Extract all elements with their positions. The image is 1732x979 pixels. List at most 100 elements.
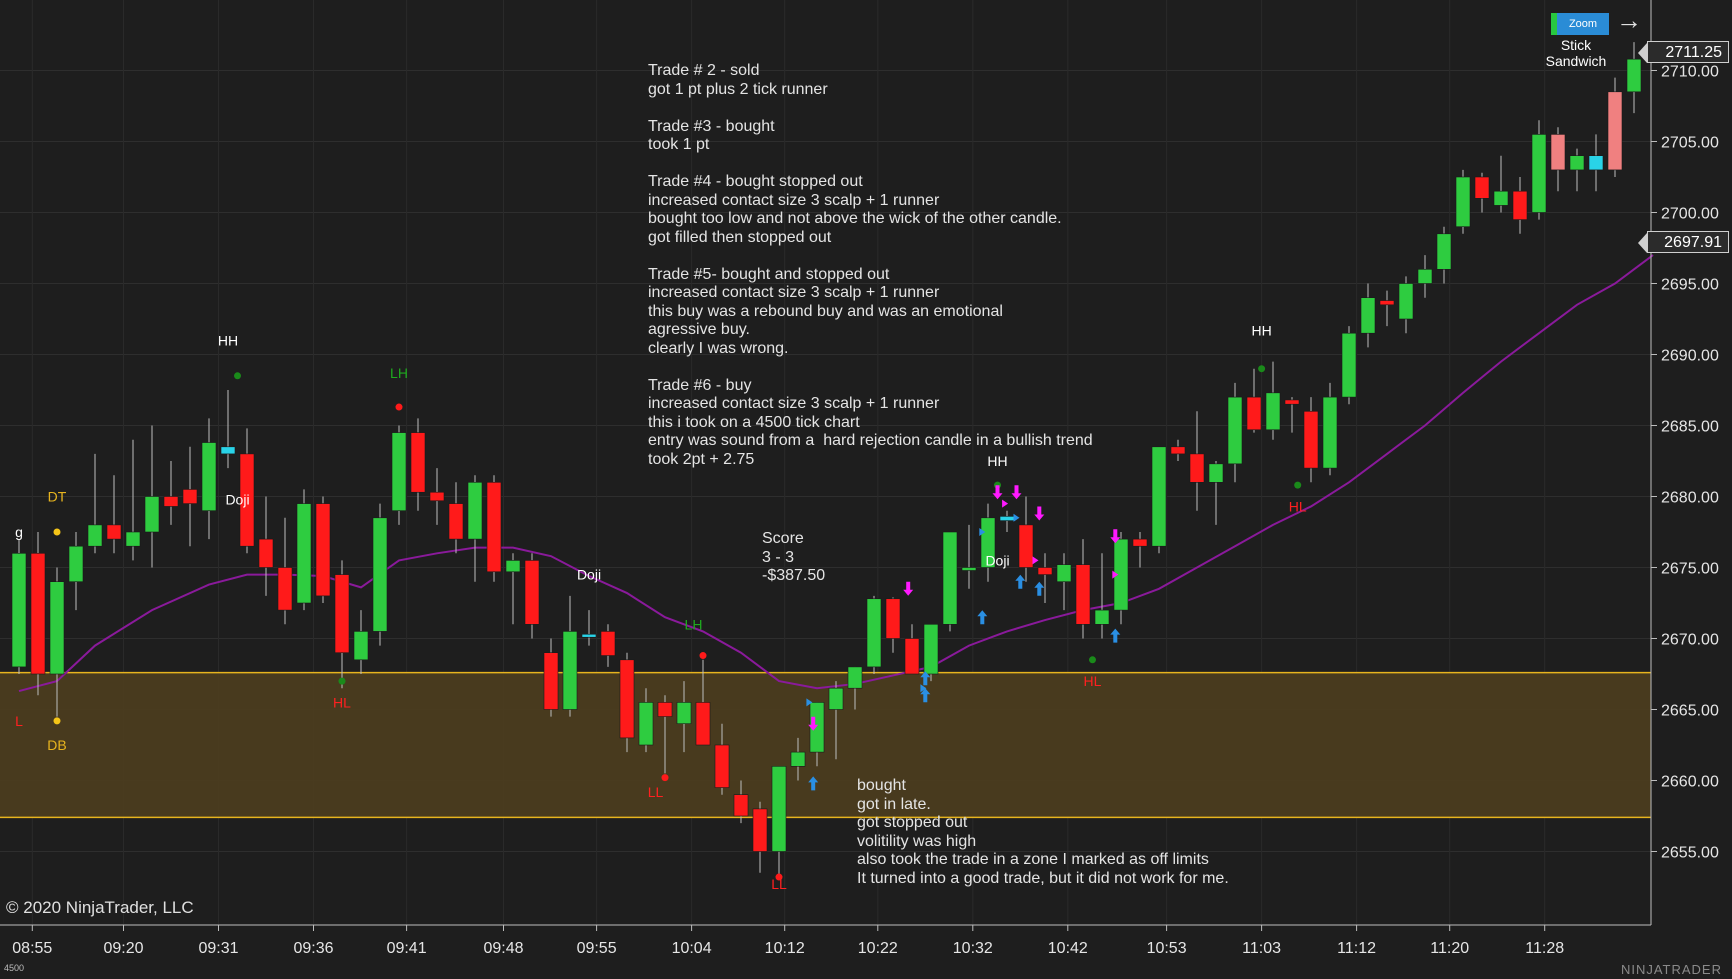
trade-note-line: Trade # 2 - sold (648, 62, 760, 79)
candle-body (1265, 392, 1281, 431)
candle-body (752, 808, 768, 852)
trade-note-line (648, 358, 1093, 377)
candle-body (1379, 300, 1395, 306)
bought-note-line: got stopped out (857, 814, 968, 831)
candle-body (353, 631, 369, 661)
pattern-label: L (15, 713, 23, 729)
candle-body (600, 631, 616, 656)
pattern-label: DB (47, 737, 66, 753)
candle-body (999, 516, 1015, 521)
candle-body (1626, 58, 1642, 93)
trade-note-line: got 1 pt plus 2 tick runner (648, 80, 828, 98)
swing-dot (338, 677, 346, 685)
x-tick-label: 09:36 (293, 940, 333, 957)
pattern-label: HH (218, 332, 238, 348)
candle-body (524, 560, 540, 625)
trade-note-line: took 2pt + 2.75 (648, 450, 755, 468)
swing-dot (53, 717, 61, 725)
score-note-line: -$387.50 (762, 567, 826, 584)
candle-body (277, 567, 293, 611)
candle-body (1588, 155, 1604, 171)
trade-note-line: Trade #3 - bought (648, 117, 775, 135)
trade-note-line: Trade #6 - buy (648, 376, 752, 394)
candle-body (334, 574, 350, 653)
arrow-right-icon[interactable]: → (1614, 6, 1644, 34)
candle-body (182, 489, 198, 504)
y-tick-label: 2655.00 (1661, 845, 1719, 862)
tick-type-label: 4500 (4, 963, 25, 973)
pattern-label: HL (1084, 673, 1102, 689)
candle-body (1455, 176, 1471, 228)
trade-note-line: this buy was a rebound buy and was an em… (648, 302, 1003, 320)
candle-body (1417, 268, 1433, 284)
y-tick-label: 2675.00 (1661, 561, 1719, 578)
trade-note-line: Trade #4 - bought stopped out (648, 173, 863, 190)
candle-body (1284, 399, 1300, 405)
candle-body (1341, 332, 1357, 398)
candle-body (11, 552, 27, 668)
candle-body (1018, 524, 1034, 568)
y-tick-label: 2695.00 (1661, 277, 1719, 294)
trade-note-line (648, 99, 1093, 118)
y-tick-label: 2710.00 (1661, 64, 1719, 81)
candle-body (733, 794, 749, 817)
candle-body (1493, 190, 1509, 206)
candle-body (163, 496, 179, 507)
candle-body (1094, 609, 1110, 625)
candle-body (1607, 91, 1623, 171)
trade-note-line: entry was sound from a hard rejection ca… (648, 432, 1093, 449)
candle-body (30, 552, 46, 675)
copyright-text: © 2020 NinjaTrader, LLC (6, 898, 194, 917)
candle-body (1246, 396, 1262, 431)
trade-notes: Trade # 2 - sold got 1 pt plus 2 tick run… (648, 62, 1093, 469)
candle-body (562, 631, 578, 710)
candle-body (619, 659, 635, 739)
x-tick-label: 10:12 (765, 940, 805, 957)
candle-body (1436, 233, 1452, 270)
bought-notes: bought got in late. got stopped out volitil… (857, 777, 1229, 888)
candle-body (828, 687, 844, 710)
bought-note-line: got in late. (857, 795, 931, 813)
y-tick-label: 2670.00 (1661, 632, 1719, 649)
x-tick-label: 11:28 (1525, 940, 1564, 957)
score-note-line: Score (762, 530, 804, 547)
candle-body (543, 652, 559, 710)
x-tick-label: 09:31 (198, 940, 238, 957)
y-tick-label: 2685.00 (1661, 419, 1719, 436)
candle-body (790, 751, 806, 767)
widget-label-line2: Sandwich (1545, 53, 1607, 69)
candle-body (1208, 463, 1224, 483)
candle-body (49, 581, 65, 675)
candle-body (847, 666, 863, 689)
swing-dot (1294, 481, 1302, 489)
zoom-button[interactable]: Zoom (1551, 13, 1609, 35)
x-tick-label: 11:12 (1337, 940, 1376, 957)
y-tick-label: 2665.00 (1661, 703, 1719, 720)
swing-dot (53, 528, 61, 536)
bought-note-line: volitility was high (857, 832, 977, 850)
zone-fill (0, 672, 1651, 818)
off-limits-zone (0, 671, 1651, 819)
pattern-label: DT (48, 489, 67, 505)
candle-body (68, 545, 84, 583)
candle-body (771, 765, 787, 852)
x-tick-label: 11:20 (1430, 940, 1469, 957)
candle-body (1303, 410, 1319, 469)
trade-note-line: took 1 pt (648, 136, 710, 153)
candle-body (1512, 190, 1528, 220)
candle-body (1360, 297, 1376, 334)
y-tick-label: 2660.00 (1661, 774, 1719, 791)
candle-body (1550, 134, 1566, 171)
trade-note-line: bought too low and not above the wick of… (648, 210, 1062, 227)
x-tick-label: 08:55 (12, 940, 52, 957)
pattern-label: HL (1289, 498, 1307, 514)
x-tick-label: 11:03 (1242, 940, 1281, 957)
last-price-badge: 2711.25 (1638, 41, 1729, 63)
swing-dot (661, 774, 669, 782)
x-tick-label: 10:22 (858, 940, 898, 957)
candle-body (1474, 176, 1490, 199)
candle-body (448, 503, 464, 540)
candle-body (1398, 283, 1414, 320)
candle-body (1037, 567, 1053, 575)
widget-label-line1: Stick (1560, 37, 1592, 53)
